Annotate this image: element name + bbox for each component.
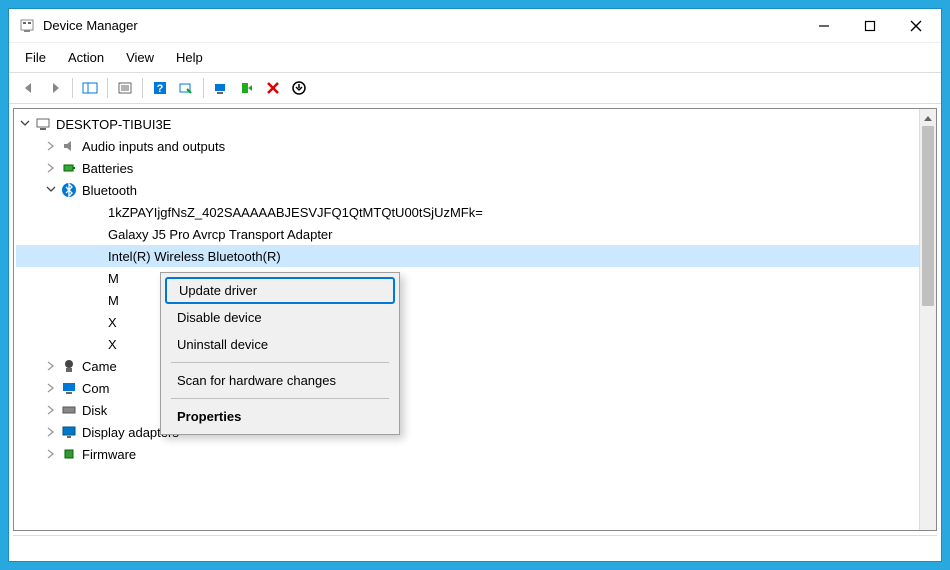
cameras-node[interactable]: Came bbox=[16, 355, 934, 377]
ctx-disable-device[interactable]: Disable device bbox=[163, 304, 397, 331]
scroll-thumb[interactable] bbox=[922, 126, 934, 306]
bluetooth-icon bbox=[86, 314, 104, 330]
node-label: Com bbox=[82, 381, 109, 396]
menu-action[interactable]: Action bbox=[60, 47, 112, 68]
expand-icon[interactable] bbox=[44, 139, 58, 153]
battery-icon bbox=[60, 160, 78, 176]
ctx-separator bbox=[171, 362, 389, 363]
back-button[interactable] bbox=[17, 77, 41, 99]
camera-icon bbox=[60, 358, 78, 374]
computer-icon bbox=[34, 116, 52, 132]
menu-view[interactable]: View bbox=[118, 47, 162, 68]
app-icon bbox=[19, 18, 35, 34]
uninstall-device-button[interactable] bbox=[261, 77, 285, 99]
root-label: DESKTOP-TIBUI3E bbox=[56, 117, 171, 132]
bluetooth-icon bbox=[86, 226, 104, 242]
root-node[interactable]: DESKTOP-TIBUI3E bbox=[16, 113, 934, 135]
menu-file[interactable]: File bbox=[17, 47, 54, 68]
bluetooth-node[interactable]: Bluetooth bbox=[16, 179, 934, 201]
ctx-separator bbox=[171, 398, 389, 399]
title-bar: Device Manager bbox=[9, 9, 941, 43]
display-icon bbox=[60, 424, 78, 440]
bluetooth-icon bbox=[86, 336, 104, 352]
node-label: X bbox=[108, 315, 117, 330]
show-hide-tree-button[interactable] bbox=[78, 77, 102, 99]
computer-node[interactable]: Com bbox=[16, 377, 934, 399]
node-label: Came bbox=[82, 359, 117, 374]
expand-icon[interactable] bbox=[44, 447, 58, 461]
bluetooth-icon bbox=[86, 270, 104, 286]
disable-device-button[interactable] bbox=[287, 77, 311, 99]
tree-panel: DESKTOP-TIBUI3E Audio inputs and outputs… bbox=[13, 108, 937, 531]
disk-icon bbox=[60, 402, 78, 418]
bt-device-node[interactable]: X bbox=[16, 333, 934, 355]
node-label: Audio inputs and outputs bbox=[82, 139, 225, 154]
node-label: M bbox=[108, 271, 119, 286]
disk-node[interactable]: Disk bbox=[16, 399, 934, 421]
expand-icon[interactable] bbox=[44, 161, 58, 175]
bt-device-node[interactable]: M bbox=[16, 289, 934, 311]
display-node[interactable]: Display adapters bbox=[16, 421, 934, 443]
bluetooth-icon bbox=[86, 292, 104, 308]
help-button[interactable]: ? bbox=[148, 77, 172, 99]
window-title: Device Manager bbox=[43, 18, 138, 33]
expand-icon[interactable] bbox=[44, 183, 58, 197]
node-label: Intel(R) Wireless Bluetooth(R) bbox=[108, 249, 281, 264]
bt-device-node[interactable]: X bbox=[16, 311, 934, 333]
expand-icon[interactable] bbox=[18, 117, 32, 131]
node-label: Disk bbox=[82, 403, 107, 418]
properties-button[interactable] bbox=[113, 77, 137, 99]
minimize-button[interactable] bbox=[801, 11, 847, 41]
bt-device-node[interactable]: M bbox=[16, 267, 934, 289]
toolbar: ? bbox=[9, 73, 941, 104]
node-label: X bbox=[108, 337, 117, 352]
scan-hardware-button[interactable] bbox=[174, 77, 198, 99]
ctx-scan-hardware[interactable]: Scan for hardware changes bbox=[163, 367, 397, 394]
bt-device-node[interactable]: Galaxy J5 Pro Avrcp Transport Adapter bbox=[16, 223, 934, 245]
node-label: M bbox=[108, 293, 119, 308]
audio-node[interactable]: Audio inputs and outputs bbox=[16, 135, 934, 157]
monitor-icon bbox=[60, 380, 78, 396]
enable-device-button[interactable] bbox=[235, 77, 259, 99]
expand-icon[interactable] bbox=[44, 359, 58, 373]
vertical-scrollbar[interactable] bbox=[919, 109, 936, 530]
device-manager-window: Device Manager File Action View Help ? bbox=[8, 8, 942, 562]
menu-bar: File Action View Help bbox=[9, 43, 941, 73]
node-label: Firmware bbox=[82, 447, 136, 462]
update-driver-button[interactable] bbox=[209, 77, 233, 99]
scroll-up-button[interactable] bbox=[920, 109, 936, 126]
node-label: Batteries bbox=[82, 161, 133, 176]
speaker-icon bbox=[60, 138, 78, 154]
node-label: Galaxy J5 Pro Avrcp Transport Adapter bbox=[108, 227, 333, 242]
ctx-uninstall-device[interactable]: Uninstall device bbox=[163, 331, 397, 358]
menu-help[interactable]: Help bbox=[168, 47, 211, 68]
bt-device-node[interactable]: 1kZPAYIjgfNsZ_402SAAAAABJESVJFQ1QtMTQtU0… bbox=[16, 201, 934, 223]
bt-device-selected-node[interactable]: Intel(R) Wireless Bluetooth(R) bbox=[16, 245, 934, 267]
expand-icon[interactable] bbox=[44, 381, 58, 395]
maximize-button[interactable] bbox=[847, 11, 893, 41]
device-tree: DESKTOP-TIBUI3E Audio inputs and outputs… bbox=[14, 109, 936, 530]
bluetooth-icon bbox=[86, 248, 104, 264]
firmware-node[interactable]: Firmware bbox=[16, 443, 934, 465]
batteries-node[interactable]: Batteries bbox=[16, 157, 934, 179]
forward-button[interactable] bbox=[43, 77, 67, 99]
node-label: 1kZPAYIjgfNsZ_402SAAAAABJESVJFQ1QtMTQtU0… bbox=[108, 205, 483, 220]
expand-icon[interactable] bbox=[44, 425, 58, 439]
node-label: Bluetooth bbox=[82, 183, 137, 198]
bluetooth-icon bbox=[60, 182, 78, 198]
svg-text:?: ? bbox=[157, 83, 164, 95]
bluetooth-icon bbox=[86, 204, 104, 220]
close-button[interactable] bbox=[893, 11, 939, 41]
ctx-properties[interactable]: Properties bbox=[163, 403, 397, 430]
expand-icon[interactable] bbox=[44, 403, 58, 417]
status-bar bbox=[13, 535, 937, 557]
chip-icon bbox=[60, 446, 78, 462]
ctx-update-driver[interactable]: Update driver bbox=[165, 277, 395, 304]
context-menu: Update driver Disable device Uninstall d… bbox=[160, 272, 400, 435]
